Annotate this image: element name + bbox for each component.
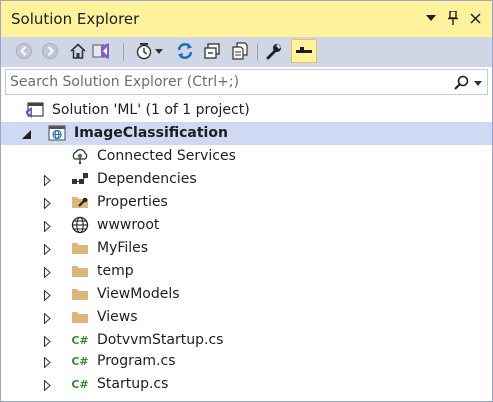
search-icon[interactable] [451, 73, 471, 93]
tree-row-wwwroot[interactable]: wwwroot [1, 214, 492, 237]
properties-folder-icon [71, 193, 89, 211]
toolbar [1, 37, 492, 67]
collapsed-arrow-icon[interactable] [41, 243, 53, 255]
tree-row-startup[interactable]: C# Startup.cs [1, 373, 492, 396]
tree-row-program[interactable]: C# Program.cs [1, 350, 492, 373]
search-options-dropdown-icon[interactable] [472, 75, 484, 91]
folder-icon [71, 239, 89, 257]
close-icon[interactable] [465, 7, 485, 29]
folder-icon [71, 262, 89, 280]
tree-item-label: temp [97, 263, 134, 279]
collapsed-arrow-icon[interactable] [41, 335, 53, 347]
home-icon[interactable] [67, 40, 89, 62]
tree-item-label: Program.cs [97, 353, 176, 369]
title-bar: Solution Explorer [1, 1, 492, 37]
solution-explorer-window: Solution Explorer Search Solution Explor… [0, 0, 493, 402]
collapse-all-icon[interactable] [201, 40, 223, 62]
tree-row-project[interactable]: ImageClassification [1, 122, 492, 145]
tree-row-temp[interactable]: temp [1, 260, 492, 283]
forward-icon[interactable] [39, 40, 61, 62]
connected-services-icon [71, 147, 89, 165]
dependencies-icon [71, 170, 89, 188]
collapsed-arrow-icon[interactable] [41, 197, 53, 209]
collapsed-arrow-icon[interactable] [41, 289, 53, 301]
tree-row-viewmodels[interactable]: ViewModels [1, 283, 492, 306]
tree-item-label: MyFiles [97, 240, 149, 256]
filter-dropdown-icon[interactable] [153, 40, 165, 62]
pin-icon[interactable] [443, 7, 463, 29]
csharp-file-icon: C# [71, 354, 89, 368]
collapsed-arrow-icon[interactable] [41, 174, 53, 186]
tree-row-properties[interactable]: Properties [1, 191, 492, 214]
folder-icon [71, 285, 89, 303]
tree-row-solution[interactable]: Solution 'ML' (1 of 1 project) [1, 99, 492, 122]
globe-icon [71, 216, 89, 234]
search-input[interactable] [10, 73, 430, 91]
collapsed-arrow-icon[interactable] [41, 266, 53, 278]
tree-item-label: Connected Services [97, 148, 236, 164]
tree-item-label: DotvvmStartup.cs [97, 332, 224, 348]
solution-label: Solution 'ML' (1 of 1 project) [52, 102, 250, 118]
collapsed-arrow-icon[interactable] [41, 379, 53, 391]
tree-row-myfiles[interactable]: MyFiles [1, 237, 492, 260]
toolbar-separator [257, 43, 258, 61]
properties-icon[interactable] [263, 40, 285, 62]
pending-changes-filter-icon[interactable] [133, 40, 155, 62]
folder-icon [71, 308, 89, 326]
window-title: Solution Explorer [11, 10, 140, 28]
tree-item-label: wwwroot [97, 217, 160, 233]
tree-row-dotvvmstartup[interactable]: C# DotvvmStartup.cs [1, 329, 492, 352]
tree-item-label: Startup.cs [97, 376, 169, 392]
tree-item-label: Properties [97, 194, 168, 210]
solution-icon [26, 101, 44, 119]
toolbar-separator [123, 43, 124, 61]
show-all-files-icon[interactable] [229, 40, 251, 62]
back-icon[interactable] [13, 40, 35, 62]
tree-item-label: Views [97, 309, 138, 325]
search-box [5, 69, 488, 95]
csharp-file-icon: C# [71, 377, 89, 391]
tree-item-label: ViewModels [97, 286, 180, 302]
collapsed-arrow-icon[interactable] [41, 312, 53, 324]
project-label: ImageClassification [74, 125, 228, 141]
tree-row-dependencies[interactable]: Dependencies [1, 168, 492, 191]
tree-item-label: Dependencies [97, 171, 197, 187]
dropdown-icon[interactable] [421, 7, 441, 29]
csharp-file-icon: C# [71, 333, 89, 347]
collapsed-arrow-icon[interactable] [41, 220, 53, 232]
web-project-icon [48, 124, 66, 142]
collapsed-arrow-icon[interactable] [41, 356, 53, 368]
preview-selected-items-icon[interactable] [291, 39, 317, 63]
tree-row-views[interactable]: Views [1, 306, 492, 329]
tree-row-connected-services[interactable]: Connected Services [1, 145, 492, 168]
switch-views-icon[interactable] [91, 40, 113, 62]
expanded-arrow-icon[interactable] [20, 128, 32, 140]
sync-icon[interactable] [174, 40, 196, 62]
